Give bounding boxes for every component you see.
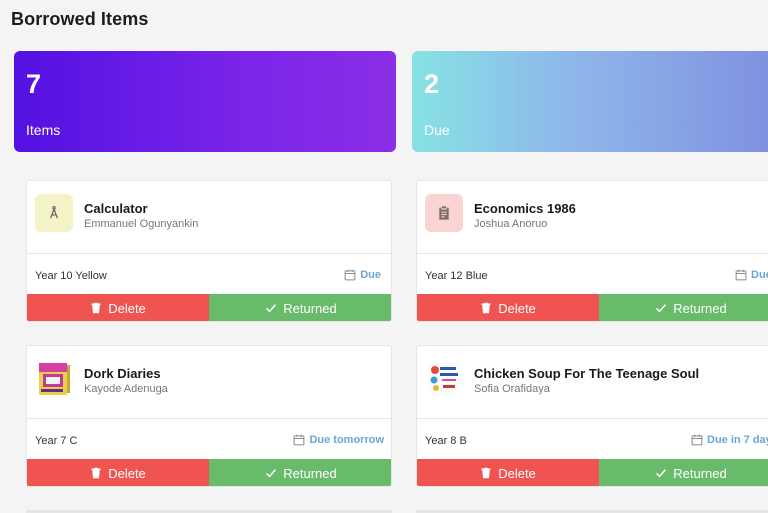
page-title: Borrowed Items: [11, 9, 149, 29]
delete-button[interactable]: Delete: [27, 294, 209, 321]
returned-label: Returned: [673, 300, 727, 316]
card-header: Chicken Soup For The Teenage Soul Sofia …: [417, 346, 768, 419]
card-header: Dork Diaries Kayode Adenuga: [27, 346, 391, 419]
delete-label: Delete: [108, 300, 146, 316]
calendar-icon: [735, 269, 747, 281]
trash-icon: [91, 302, 101, 314]
returned-label: Returned: [283, 300, 337, 316]
check-icon: [656, 304, 667, 313]
item-title: Dork Diaries: [84, 366, 161, 381]
item-title: Chicken Soup For The Teenage Soul: [474, 366, 700, 381]
compass-icon: [35, 194, 73, 232]
borrowed-item-card: Chicken Soup For The Teenage Soul Sofia …: [416, 345, 768, 487]
due-stat-card[interactable]: 2 Due: [412, 51, 768, 152]
delete-label: Delete: [108, 465, 146, 481]
due-label: Due: [424, 122, 450, 138]
due-count: 2: [424, 69, 440, 99]
returned-label: Returned: [673, 465, 727, 481]
delete-button[interactable]: Delete: [417, 459, 599, 486]
item-owner: Emmanuel Ogunyankin: [84, 218, 199, 230]
calendar-icon: [691, 434, 703, 446]
borrowed-item-card: Dork Diaries Kayode Adenuga Year 7 C Due…: [26, 345, 392, 487]
due-text: Due tomorrow: [309, 434, 384, 446]
book-cover-image: [425, 359, 463, 397]
item-owner: Joshua Anoruo: [474, 218, 548, 230]
due-text: Due in 7 days: [707, 434, 768, 446]
check-icon: [656, 469, 667, 478]
clipboard-icon: [425, 194, 463, 232]
borrowed-item-card: Economics 1986 Joshua Anoruo Year 12 Blu…: [416, 180, 768, 322]
item-class: Year 8 B: [425, 435, 467, 447]
due-status: Due tomorrow: [293, 434, 384, 446]
items-stat-card[interactable]: 7 Items: [14, 51, 396, 152]
item-class: Year 10 Yellow: [35, 270, 107, 282]
item-title: Economics 1986: [474, 201, 576, 216]
calendar-icon: [294, 434, 305, 446]
borrowed-item-card: Calculator Emmanuel Ogunyankin Year 10 Y…: [26, 180, 392, 322]
trash-icon: [481, 302, 491, 314]
items-count: 7: [26, 69, 42, 99]
due-text: Due: [751, 269, 768, 281]
returned-button[interactable]: Returned: [599, 294, 768, 321]
delete-label: Delete: [498, 300, 536, 316]
card-header: Calculator Emmanuel Ogunyankin: [27, 181, 391, 254]
delete-button[interactable]: Delete: [417, 294, 599, 321]
item-owner: Kayode Adenuga: [84, 383, 168, 395]
item-class: Year 12 Blue: [425, 270, 488, 282]
trash-icon: [91, 467, 101, 479]
due-status: Due in 7 days: [691, 434, 768, 446]
book-cover-image: [35, 359, 73, 397]
item-class: Year 7 C: [35, 435, 78, 447]
returned-button[interactable]: Returned: [599, 459, 768, 486]
returned-button[interactable]: Returned: [209, 459, 391, 486]
trash-icon: [481, 467, 491, 479]
check-icon: [266, 304, 277, 313]
borrowed-items-page: Borrowed Items 7 Items 2 Due Calculator …: [0, 0, 768, 513]
item-title: Calculator: [84, 201, 148, 216]
items-label: Items: [26, 122, 61, 138]
item-owner: Sofia Orafidaya: [474, 383, 550, 395]
calendar-icon: [344, 269, 356, 281]
returned-label: Returned: [283, 465, 337, 481]
returned-button[interactable]: Returned: [209, 294, 391, 321]
check-icon: [266, 469, 277, 478]
due-status: Due: [735, 269, 768, 281]
due-text: Due: [360, 269, 381, 281]
delete-button[interactable]: Delete: [27, 459, 209, 486]
delete-label: Delete: [498, 465, 536, 481]
due-status: Due: [344, 269, 381, 281]
card-header: Economics 1986 Joshua Anoruo: [417, 181, 768, 254]
